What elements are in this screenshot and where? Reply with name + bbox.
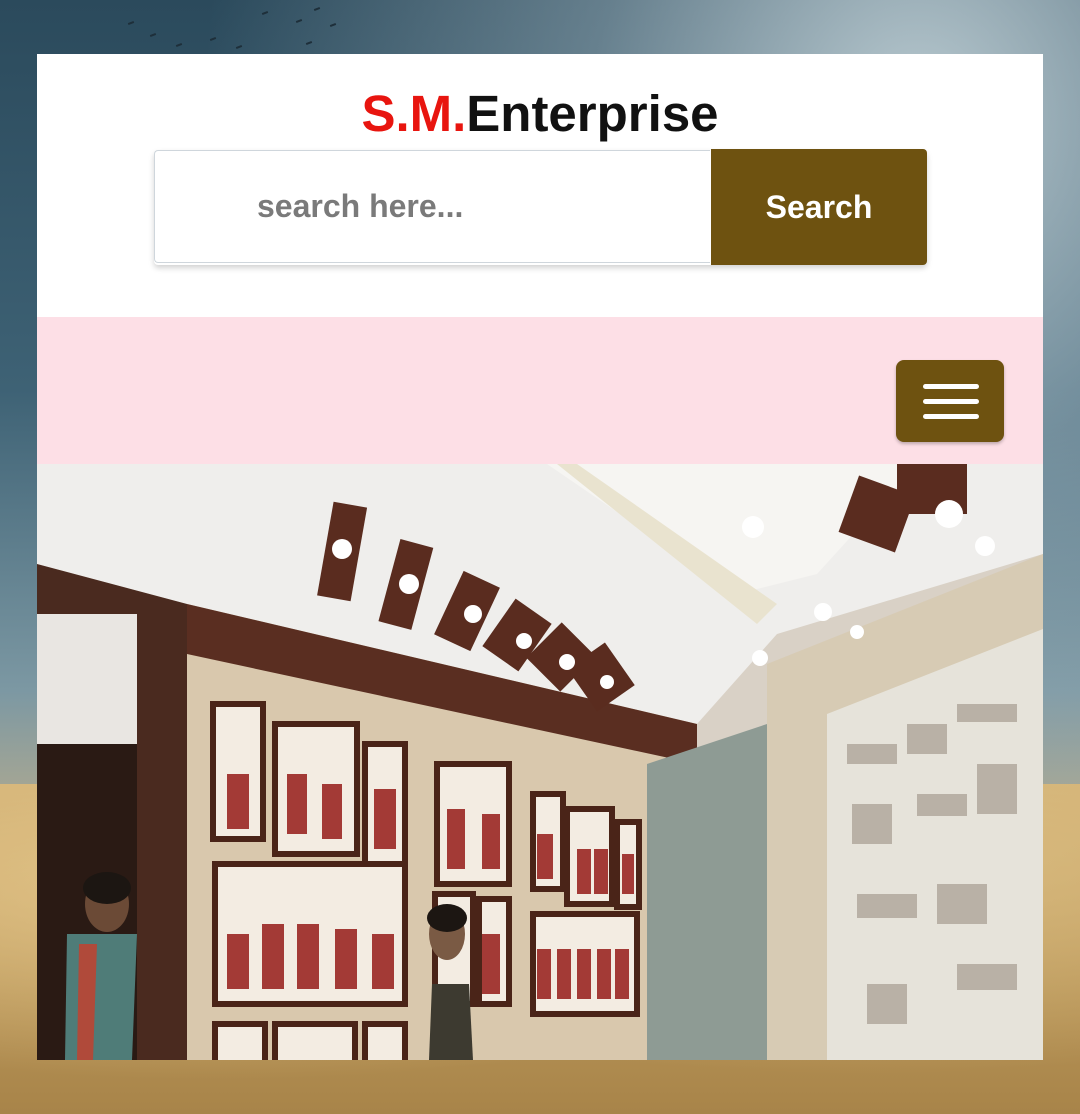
search-input[interactable] (154, 150, 710, 263)
brand-name-suffix: Enterprise (466, 85, 719, 142)
navbar (37, 317, 1043, 464)
search-button[interactable]: Search (711, 149, 927, 265)
brand-logo[interactable]: S.M.Enterprise (37, 84, 1043, 144)
search-form: Search (154, 149, 927, 265)
hero-image (37, 464, 1043, 1060)
website-card: S.M.Enterprise Search (37, 54, 1043, 1060)
brand-name-prefix: S.M. (361, 85, 467, 142)
site-header: S.M.Enterprise Search (37, 54, 1043, 317)
menu-toggle-button[interactable] (896, 360, 1004, 442)
showroom-photo (37, 464, 1043, 1060)
